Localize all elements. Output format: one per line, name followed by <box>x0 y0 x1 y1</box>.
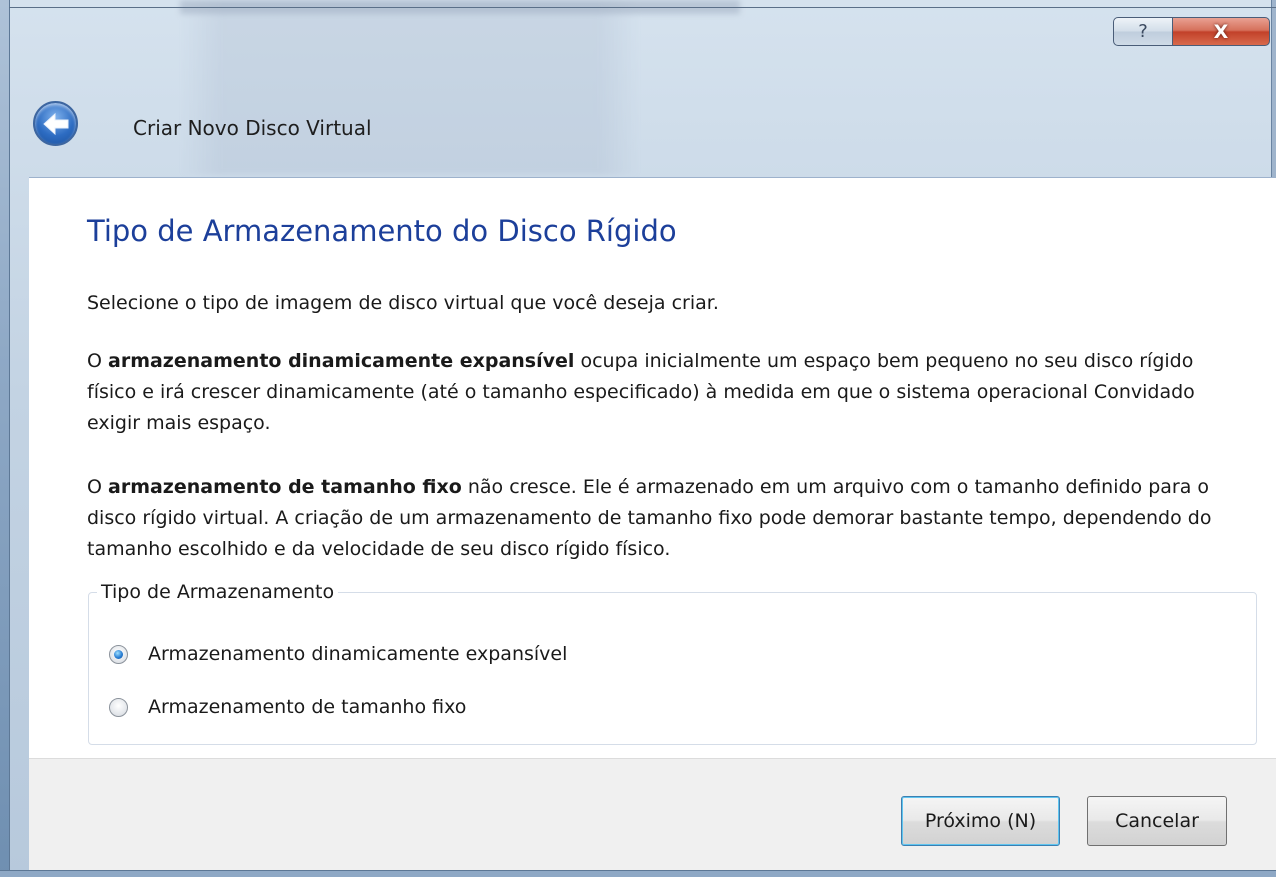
storage-type-group: Tipo de Armazenamento Armazenamento dina… <box>88 581 1257 745</box>
wizard-footer: Próximo (N) Cancelar <box>29 758 1276 872</box>
wizard-title: Criar Novo Disco Virtual <box>133 116 372 140</box>
close-icon: X <box>1213 20 1229 43</box>
fixed-storage-description: O armazenamento de tamanho fixo não cres… <box>87 472 1247 565</box>
dynamic-prefix: O <box>87 350 108 372</box>
wizard-page: Tipo de Armazenamento do Disco Rígido Se… <box>29 177 1276 758</box>
next-button[interactable]: Próximo (N) <box>901 796 1060 846</box>
back-button[interactable] <box>33 101 78 146</box>
window-bottom-border <box>0 870 1276 877</box>
radio-fixed-label[interactable]: Armazenamento de tamanho fixo <box>148 696 466 718</box>
radio-button-unchecked[interactable] <box>109 697 128 717</box>
arrow-left-icon <box>42 112 68 135</box>
window-top-border <box>9 7 1276 8</box>
wizard-window: ? X Criar Novo Disco Virtual Tipo de Arm… <box>0 0 1276 877</box>
fixed-storage-term: armazenamento de tamanho fixo <box>108 476 462 498</box>
page-title: Tipo de Armazenamento do Disco Rígido <box>87 214 677 248</box>
fixed-prefix: O <box>87 476 108 498</box>
dynamic-storage-description: O armazenamento dinamicamente expansível… <box>87 346 1247 439</box>
intro-text-content: Selecione o tipo de imagem de disco virt… <box>87 292 719 314</box>
radio-dynamic-label[interactable]: Armazenamento dinamicamente expansível <box>148 643 567 665</box>
storage-type-legend: Tipo de Armazenamento <box>101 581 335 603</box>
radio-dynamic-storage[interactable]: Armazenamento dinamicamente expansível <box>109 643 567 665</box>
window-left-border <box>0 0 10 877</box>
help-button[interactable]: ? <box>1113 17 1173 46</box>
dynamic-storage-term: armazenamento dinamicamente expansível <box>108 350 575 372</box>
cancel-button[interactable]: Cancelar <box>1087 796 1227 846</box>
radio-button-checked[interactable] <box>109 644 128 664</box>
help-icon: ? <box>1138 21 1148 42</box>
close-button[interactable]: X <box>1172 17 1270 46</box>
radio-fixed-storage[interactable]: Armazenamento de tamanho fixo <box>109 696 466 718</box>
intro-text: Selecione o tipo de imagem de disco virt… <box>87 288 1247 319</box>
